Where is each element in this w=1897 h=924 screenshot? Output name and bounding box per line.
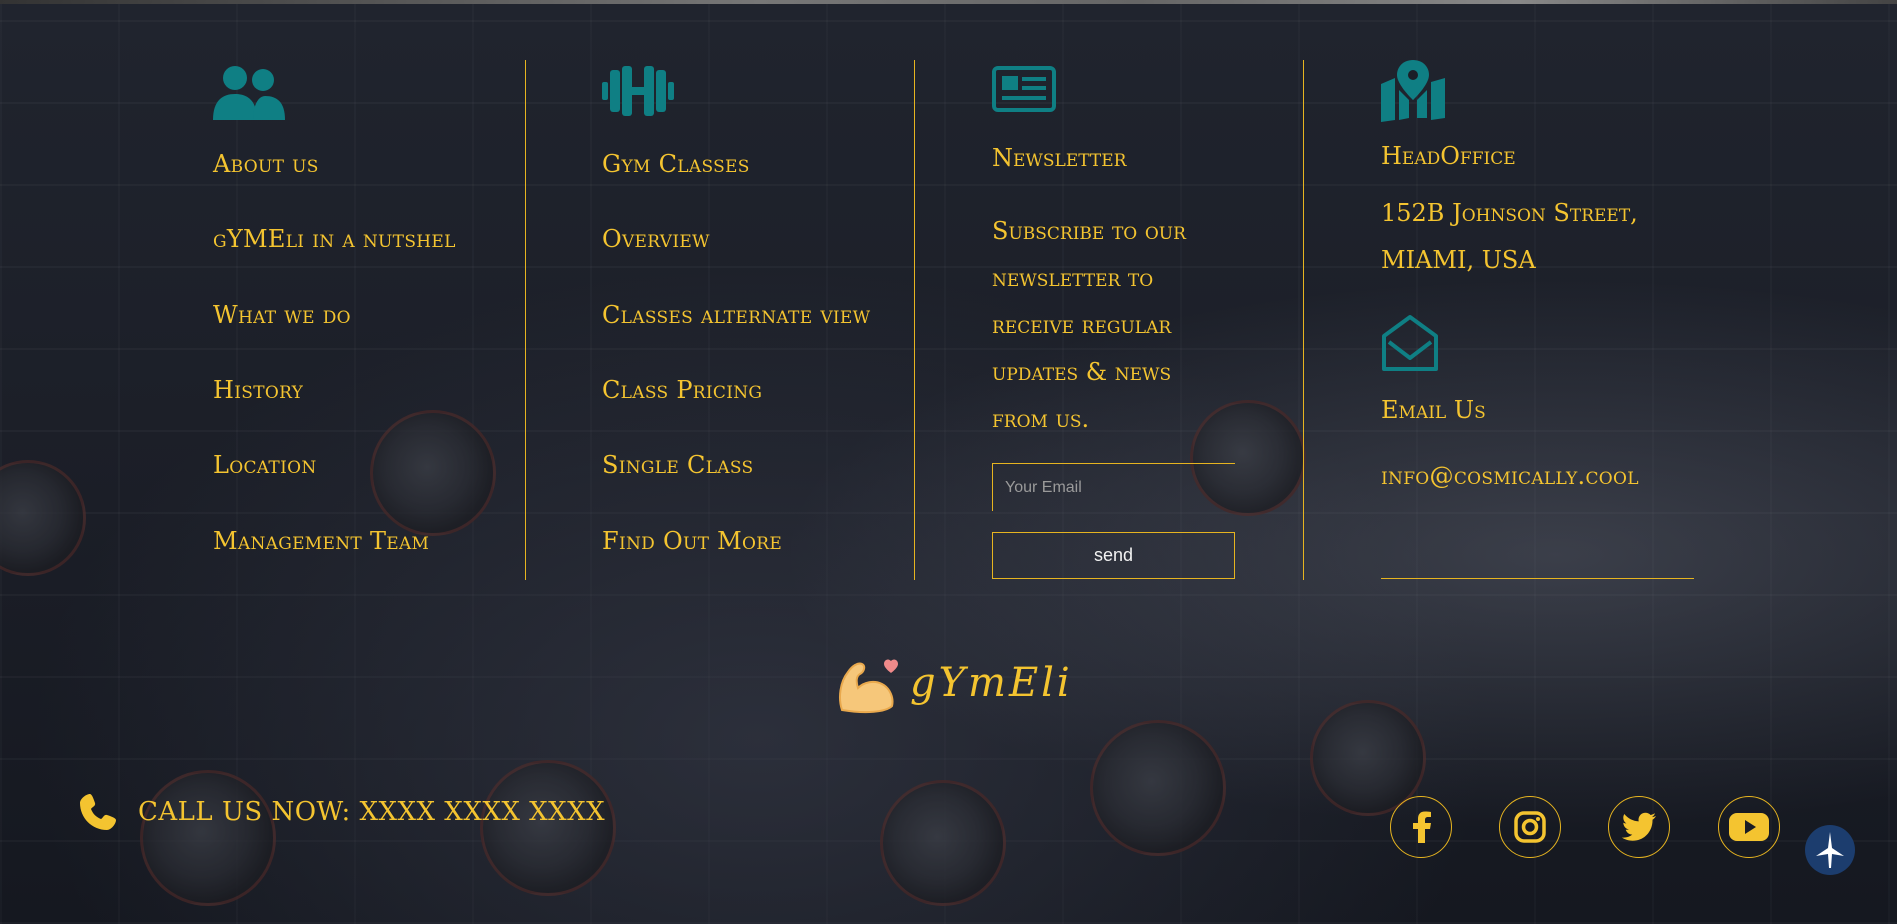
email-us-heading: Email Us: [1381, 396, 1486, 424]
footer-link-single-class[interactable]: Single Class: [602, 451, 753, 479]
contact-email-link[interactable]: info@cosmically.cool: [1381, 462, 1639, 490]
call-us-text: CALL US NOW: XXXX XXXX XXXX: [138, 797, 606, 827]
facebook-icon: [1413, 811, 1431, 843]
envelope-open-icon: [1382, 315, 1438, 371]
newsletter-column: Newsletter Subscribe to our newsletter t…: [992, 58, 1252, 598]
column-divider: [914, 60, 915, 580]
facebook-link[interactable]: [1390, 796, 1452, 858]
brand-logo[interactable]: gYmEli: [836, 650, 1073, 716]
footer-link-location[interactable]: Location: [213, 451, 317, 479]
bg-decor: [140, 770, 276, 906]
brand-name: gYmEli: [910, 660, 1073, 706]
flexed-bicep-icon: [839, 659, 898, 714]
newspaper-icon: [992, 66, 1056, 112]
column-divider: [1303, 60, 1304, 580]
bg-decor: [880, 780, 1006, 906]
top-image-strip: [0, 0, 1897, 4]
back-to-top-button[interactable]: [1805, 825, 1855, 875]
twitter-icon: [1621, 812, 1656, 841]
bg-decor: [1090, 720, 1226, 856]
footer-link-overview[interactable]: Overview: [602, 225, 710, 253]
about-column: About us gYMEli in a nutshel What we do …: [213, 58, 513, 598]
send-button[interactable]: send: [992, 532, 1235, 579]
contact-column: HeadOffice 152B Johnson Street, MIAMI, U…: [1381, 58, 1711, 598]
footer-link-what-we-do[interactable]: What we do: [213, 301, 351, 329]
footer-link-gym-classes[interactable]: Gym Classes: [602, 150, 750, 178]
newsletter-heading: Newsletter: [992, 144, 1127, 172]
footer-link-management-team[interactable]: Management Team: [213, 527, 429, 555]
users-icon: [213, 66, 285, 120]
head-office-heading: HeadOffice: [1381, 142, 1516, 170]
footer-link-class-pricing[interactable]: Class Pricing: [602, 376, 762, 404]
dumbbell-icon: [602, 66, 674, 116]
newsletter-text: Subscribe to our newsletter to receive r…: [992, 217, 1186, 433]
contact-underline: [1381, 578, 1694, 579]
instagram-icon: [1514, 811, 1546, 843]
newsletter-email-input[interactable]: [992, 463, 1235, 511]
instagram-link[interactable]: [1499, 796, 1561, 858]
phone-icon: [80, 794, 116, 830]
youtube-link[interactable]: [1718, 796, 1780, 858]
footer-link-find-out-more[interactable]: Find Out More: [602, 527, 782, 555]
head-office-address: 152B Johnson Street, MIAMI, USA: [1381, 199, 1638, 274]
footer-link-classes-alternate[interactable]: Classes alternate view: [602, 301, 870, 329]
arrow-up-icon: [1816, 832, 1844, 868]
footer-link-about-us[interactable]: About us: [213, 150, 319, 178]
column-divider: [525, 60, 526, 580]
footer-link-history[interactable]: History: [213, 376, 303, 404]
call-us[interactable]: CALL US NOW: XXXX XXXX XXXX: [78, 792, 605, 832]
map-location-icon: [1381, 60, 1445, 122]
twitter-link[interactable]: [1608, 796, 1670, 858]
footer-link-nutshell[interactable]: gYMEli in a nutshel: [213, 225, 456, 253]
classes-column: Gym Classes Overview Classes alternate v…: [602, 58, 912, 598]
youtube-icon: [1729, 813, 1769, 841]
